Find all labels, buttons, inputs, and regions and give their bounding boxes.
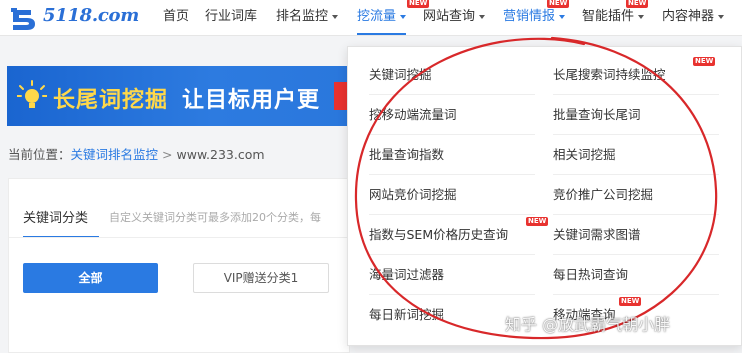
chevron-down-icon: [332, 14, 339, 19]
logo-text: 5118.com: [43, 5, 139, 26]
menu-item-mobile-traffic[interactable]: 挖移动端流量词: [369, 95, 535, 135]
breadcrumb-separator: >: [162, 147, 173, 162]
chevron-down-icon: [559, 14, 566, 19]
chevron-down-icon: [638, 14, 645, 19]
chevron-down-icon: [400, 14, 407, 19]
new-badge: NEW: [526, 217, 549, 226]
nav-label: 智能插件: [582, 9, 635, 24]
new-badge: NEW: [626, 0, 649, 8]
menu-item-label: 竞价推广公司挖掘: [553, 187, 654, 202]
menu-item-label: 相关词挖掘: [553, 147, 616, 162]
traffic-dropdown-menu: 关键词挖掘 挖移动端流量词 批量查询指数 网站竞价词挖掘 指数与SEM价格历史查…: [347, 46, 742, 346]
lightbulb-icon: [17, 80, 47, 108]
menu-item-bid-keywords[interactable]: 网站竞价词挖掘: [369, 175, 535, 215]
menu-item-label: 挖移动端流量词: [369, 107, 457, 122]
menu-item-batch-index[interactable]: 批量查询指数: [369, 135, 535, 175]
chevron-down-icon: [479, 14, 486, 19]
menu-item-label: 每日新词挖掘: [369, 307, 445, 322]
breadcrumb-link[interactable]: 关键词排名监控: [71, 147, 159, 162]
nav-label: 挖流量: [357, 9, 397, 24]
keyword-category-panel: 关键词分类 自定义关键词分类可最多添加20个分类，每 全部 VIP赠送分类1: [8, 178, 351, 353]
breadcrumb-current: www.233.com: [176, 147, 265, 162]
divider: [9, 237, 351, 238]
menu-item-label: 网站竞价词挖掘: [369, 187, 457, 202]
nav-label: 排名监控: [276, 9, 329, 24]
menu-item-label: 关键词需求图谱: [553, 227, 641, 242]
nav-label: 内容神器: [662, 9, 715, 24]
watermark-text: 知乎 @放武霸气朝小胖: [505, 315, 671, 334]
category-vip-button[interactable]: VIP赠送分类1: [193, 263, 329, 293]
menu-item-demand-graph[interactable]: 关键词需求图谱: [553, 215, 719, 255]
nav-industry-lexicon[interactable]: 行业词库: [205, 0, 257, 35]
category-hint: 自定义关键词分类可最多添加20个分类，每: [109, 211, 321, 224]
menu-item-daily-hot-words[interactable]: 每日热词查询: [553, 255, 719, 295]
menu-item-related-words[interactable]: 相关词挖掘: [553, 135, 719, 175]
new-badge: NEW: [547, 0, 570, 8]
nav-site-query[interactable]: 网站查询: [423, 0, 486, 35]
breadcrumb: 当前位置：关键词排名监控 > www.233.com: [8, 144, 265, 163]
new-badge: NEW: [693, 57, 716, 66]
menu-item-label: 关键词挖掘: [369, 67, 432, 82]
menu-item-label: 批量查询长尾词: [553, 107, 641, 122]
banner-title: 长尾词挖掘: [53, 88, 169, 113]
tab-keyword-category[interactable]: 关键词分类: [23, 207, 88, 226]
nav-smart-plugins[interactable]: NEW 智能插件: [582, 0, 649, 35]
menu-item-bid-companies[interactable]: 竞价推广公司挖掘: [553, 175, 719, 215]
nav-traffic-mining[interactable]: NEW 挖流量: [357, 0, 430, 35]
top-navigation: 5118.com 首页 行业词库 排名监控 NEW 挖流量 网站查询 NEW 营…: [0, 0, 742, 36]
menu-item-keyword-filter[interactable]: 海量词过滤器: [369, 255, 535, 295]
category-all-button[interactable]: 全部: [23, 263, 158, 293]
promo-banner[interactable]: 长尾词挖掘 让目标用户更: [7, 66, 350, 126]
menu-item-longtail-monitor[interactable]: 长尾搜索词持续监控 NEW: [553, 55, 719, 95]
banner-subtitle: 让目标用户更: [182, 88, 321, 113]
nav-label: 行业词库: [205, 9, 258, 24]
nav-content-tools[interactable]: 内容神器: [662, 0, 725, 35]
new-badge: NEW: [619, 297, 642, 306]
menu-item-label: 指数与SEM价格历史查询: [369, 227, 509, 242]
menu-item-keyword-mining[interactable]: 关键词挖掘: [369, 55, 535, 95]
nav-home[interactable]: 首页: [163, 0, 189, 35]
menu-item-sem-history[interactable]: 指数与SEM价格历史查询 NEW: [369, 215, 549, 255]
nav-label: 首页: [163, 9, 190, 24]
nav-label: 网站查询: [423, 9, 476, 24]
menu-item-label: 批量查询指数: [369, 147, 445, 162]
nav-label: 营销情报: [503, 9, 556, 24]
menu-item-label: 每日热词查询: [553, 267, 629, 282]
menu-item-label: 长尾搜索词持续监控: [553, 67, 666, 82]
nav-rank-monitor[interactable]: 排名监控: [276, 0, 339, 35]
breadcrumb-prefix: 当前位置：: [8, 147, 71, 162]
chevron-down-icon: [718, 14, 725, 19]
nav-marketing-intel[interactable]: NEW 营销情报: [503, 0, 570, 35]
menu-item-batch-longtail[interactable]: 批量查询长尾词: [553, 95, 719, 135]
menu-item-label: 海量词过滤器: [369, 267, 445, 282]
logo-mark-icon: [11, 8, 35, 30]
